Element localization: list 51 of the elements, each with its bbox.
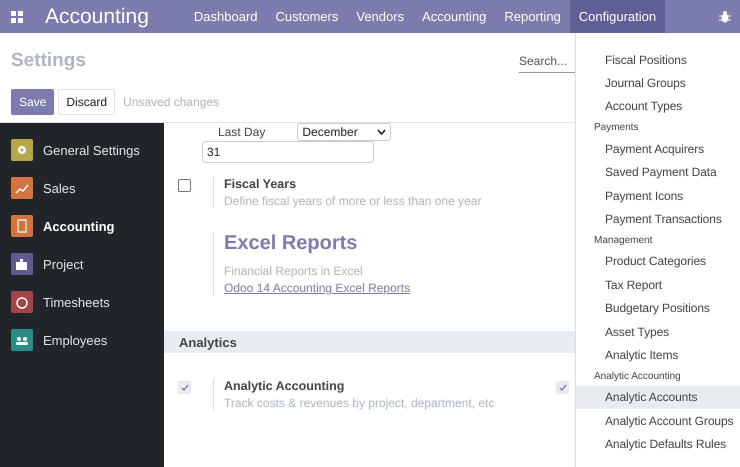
dropdown-item[interactable]: Budgetary Positions (576, 296, 740, 320)
menu-item[interactable]: Reporting (495, 0, 570, 33)
app-title: Accounting (45, 4, 149, 28)
sidebar-item[interactable]: Sales (0, 176, 164, 200)
dropdown-item[interactable]: Payment Transactions (576, 207, 740, 231)
check-icon (180, 384, 188, 392)
day-input[interactable]: 31 (202, 141, 374, 163)
caret-icon (377, 129, 386, 135)
dropdown-item[interactable]: Analytic Accounts (576, 386, 740, 410)
checkbox[interactable] (178, 179, 191, 192)
setting-description: Track costs & revenues by project, department, etc (224, 396, 496, 410)
dropdown-item[interactable]: Analytic Account Groups (576, 409, 740, 432)
menu-section-header: Payments (593, 121, 640, 136)
apps-menu-icon[interactable] (11, 10, 23, 22)
save-button[interactable]: Save (11, 89, 54, 115)
setting-description: Define fiscal years of more or less than one year (224, 194, 482, 208)
discard-button[interactable]: Discard (58, 89, 116, 115)
dropdown-item[interactable]: Account Types (576, 94, 740, 118)
dropdown-item[interactable]: Payment Acquirers (576, 137, 740, 161)
sidebar-item[interactable]: Timesheets (0, 290, 164, 314)
menu-item[interactable]: Configuration (570, 0, 666, 33)
check-icon (558, 384, 566, 392)
report-link[interactable]: Odoo 14 Accounting Excel Reports (224, 281, 410, 295)
dropdown-item[interactable]: Payment Icons (576, 184, 740, 208)
setting-description: Financial Reports in Excel (224, 264, 364, 278)
dropdown-item[interactable]: Product Categories (576, 250, 740, 274)
status-text: Unsaved changes (123, 95, 220, 109)
sidebar-item[interactable]: General Settings (0, 138, 164, 162)
menu-item[interactable]: Vendors (347, 0, 414, 33)
menu-item[interactable]: Accounting (413, 0, 496, 33)
month-select[interactable]: December (297, 123, 392, 141)
page-title: Settings (11, 50, 87, 72)
menu-item[interactable]: Dashboard (184, 0, 267, 33)
menu-section-header: Analytic Accounting (593, 370, 682, 384)
menu-item[interactable]: Customers (266, 0, 348, 33)
sidebar-item[interactable]: Accounting (0, 214, 164, 238)
setting-title: Analytic Accounting (224, 379, 346, 393)
menu-section-header: Management (593, 234, 654, 248)
dropdown-item[interactable]: Journal Groups (576, 71, 740, 95)
setting-title: Fiscal Years (224, 177, 298, 191)
dropdown-item[interactable]: Asset Types (576, 320, 740, 344)
field-label: Last Day (218, 125, 266, 139)
dropdown-item[interactable]: Saved Payment Data (576, 160, 740, 184)
section-header: Analytics (164, 331, 575, 353)
dropdown-item[interactable]: Analytic Defaults Rules (576, 432, 740, 456)
dropdown-item[interactable]: Tax Report (576, 273, 740, 297)
sidebar-item[interactable]: Project (0, 252, 164, 276)
section-heading: Excel Reports (224, 232, 358, 255)
bug-icon[interactable] (719, 10, 731, 23)
dropdown-item[interactable]: Analytic Items (576, 343, 740, 367)
sidebar-item[interactable]: Employees (0, 328, 164, 352)
